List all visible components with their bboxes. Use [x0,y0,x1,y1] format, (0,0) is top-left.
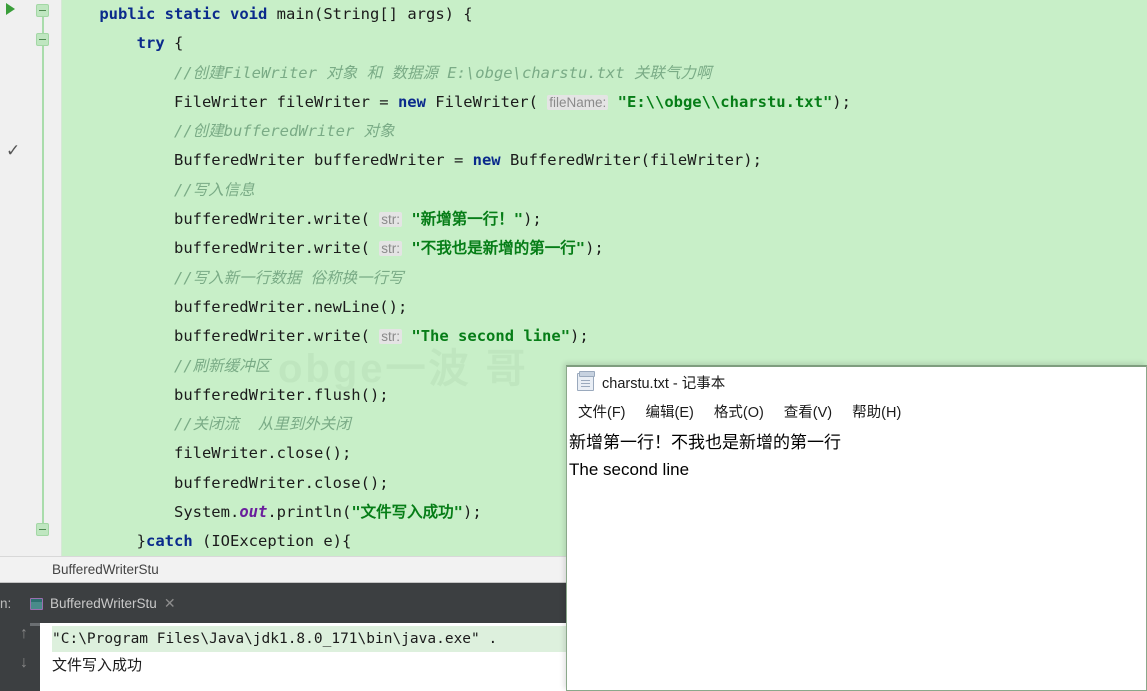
code-line: bufferedWriter.write( str: "The second l… [62,322,1147,351]
code-token: str: [379,329,403,345]
notepad-window[interactable]: charstu.txt - 记事本 文件(F) 编辑(E) 格式(O) 查看(V) 帮助… [566,365,1147,691]
code-token: catch [146,532,193,551]
run-arrow-icon[interactable] [6,3,15,15]
notepad-menu-item-1[interactable]: 编辑(E) [643,399,697,424]
notepad-menu-item-2[interactable]: 格式(O) [711,399,767,424]
code-token: FileWriter fileWriter = [173,92,398,111]
editor-gutter[interactable]: ✓ [0,0,62,556]
code-token: "E:\\obge\\charstu.txt" [617,92,833,111]
code-token: ); [570,327,589,346]
console-scroll-controls[interactable]: ↑ ↓ [8,626,40,691]
notepad-document-icon [577,371,595,391]
arrow-up-icon[interactable]: ↑ [20,626,28,642]
code-token: fileWriter.close(); [173,444,352,463]
code-token: } [136,532,146,551]
console-panel-label: n: [0,596,12,611]
screen-root: obge一波 哥 ✓ public static void main(Strin… [0,0,1147,691]
code-token: ); [523,210,542,229]
code-token: .println( [267,503,352,522]
fold-toggle-icon[interactable] [36,523,49,536]
code-token: bufferedWriter.write( [173,239,380,258]
notepad-title-text: charstu.txt - 记事本 [602,375,726,392]
notepad-title-bar[interactable]: charstu.txt - 记事本 [567,367,1146,397]
console-tab[interactable]: BufferedWriterStu ✕ [30,591,176,616]
code-token: public [99,5,156,23]
code-token: ); [832,92,851,111]
fold-guide-line [42,8,44,533]
code-token: "文件写入成功" [351,503,463,522]
notepad-text-line: 新增第一行！不我也是新增的第一行 [569,433,841,452]
code-token: "The second line" [411,327,571,346]
code-line: try { [62,29,1147,58]
code-line: FileWriter fileWriter = new FileWriter( … [62,88,1147,117]
code-token: main(String[] args) { [267,5,473,23]
code-token: ); [462,503,482,522]
console-tab-icon [30,597,43,610]
code-fold-column[interactable] [36,0,50,556]
code-token: //创建bufferedWriter 对象 [173,122,395,141]
notepad-text-area[interactable]: 新增第一行！不我也是新增的第一行 The second line [567,426,1146,690]
code-line: //写入信息 [62,176,1147,205]
fold-toggle-icon[interactable] [36,4,49,17]
notepad-text-line: The second line [569,460,690,479]
fold-toggle-icon[interactable] [36,33,49,46]
code-token: void [230,5,268,23]
code-token: fileName: [547,94,609,110]
notepad-menu-bar[interactable]: 文件(F) 编辑(E) 格式(O) 查看(V) 帮助(H) [567,397,1146,426]
code-line: public static void main(String[] args) { [62,0,1147,29]
code-token: BufferedWriter bufferedWriter = [173,151,473,170]
code-line: //创建FileWriter 对象 和 数据源 E:\obge\charstu.… [62,59,1147,88]
code-token: bufferedWriter.flush(); [173,385,389,404]
code-token: //刷新缓冲区 [173,356,271,375]
code-token: ); [585,239,604,258]
notepad-menu-item-0[interactable]: 文件(F) [575,399,629,424]
code-token: FileWriter( [425,92,548,111]
code-token: //写入新一行数据 俗称换一行写 [173,268,404,287]
code-token: //写入信息 [173,180,255,199]
code-line: bufferedWriter.newLine(); [62,293,1147,322]
code-token: static [164,5,221,23]
code-token: BufferedWriter(fileWriter); [500,151,762,170]
code-token: new [397,92,426,111]
code-line: BufferedWriter bufferedWriter = new Buff… [62,146,1147,175]
notepad-menu-item-3[interactable]: 查看(V) [781,399,835,424]
arrow-down-icon[interactable]: ↓ [20,655,28,671]
code-token: out [239,503,268,522]
code-token: str: [379,212,403,228]
code-token: (IOException e){ [192,532,352,551]
code-token: //创建FileWriter 对象 和 数据源 E:\obge\charstu.… [173,63,712,82]
code-token: bufferedWriter.write( [173,327,380,346]
code-line: //创建bufferedWriter 对象 [62,117,1147,146]
code-token: System. [173,503,240,522]
code-token: //关闭流 从里到外关闭 [173,415,351,434]
code-token: str: [379,241,403,257]
code-token: new [472,151,501,170]
code-line: bufferedWriter.write( str: "不我也是新增的第一行")… [62,234,1147,263]
checkmark-icon: ✓ [6,141,21,160]
code-token: bufferedWriter.close(); [173,473,389,492]
console-output-line: 文件写入成功 [52,657,143,674]
code-token: bufferedWriter.write( [173,210,380,229]
code-token: "不我也是新增的第一行" [411,239,586,258]
code-token: "新增第一行！" [411,210,524,229]
code-line: bufferedWriter.write( str: "新增第一行！"); [62,205,1147,234]
notepad-menu-item-4[interactable]: 帮助(H) [849,399,904,424]
close-icon[interactable]: ✕ [164,595,176,612]
code-token: { [164,34,184,53]
code-token: bufferedWriter.newLine(); [173,297,408,316]
console-tab-label: BufferedWriterStu [50,596,157,611]
code-token: try [136,34,165,53]
code-line: //写入新一行数据 俗称换一行写 [62,264,1147,293]
